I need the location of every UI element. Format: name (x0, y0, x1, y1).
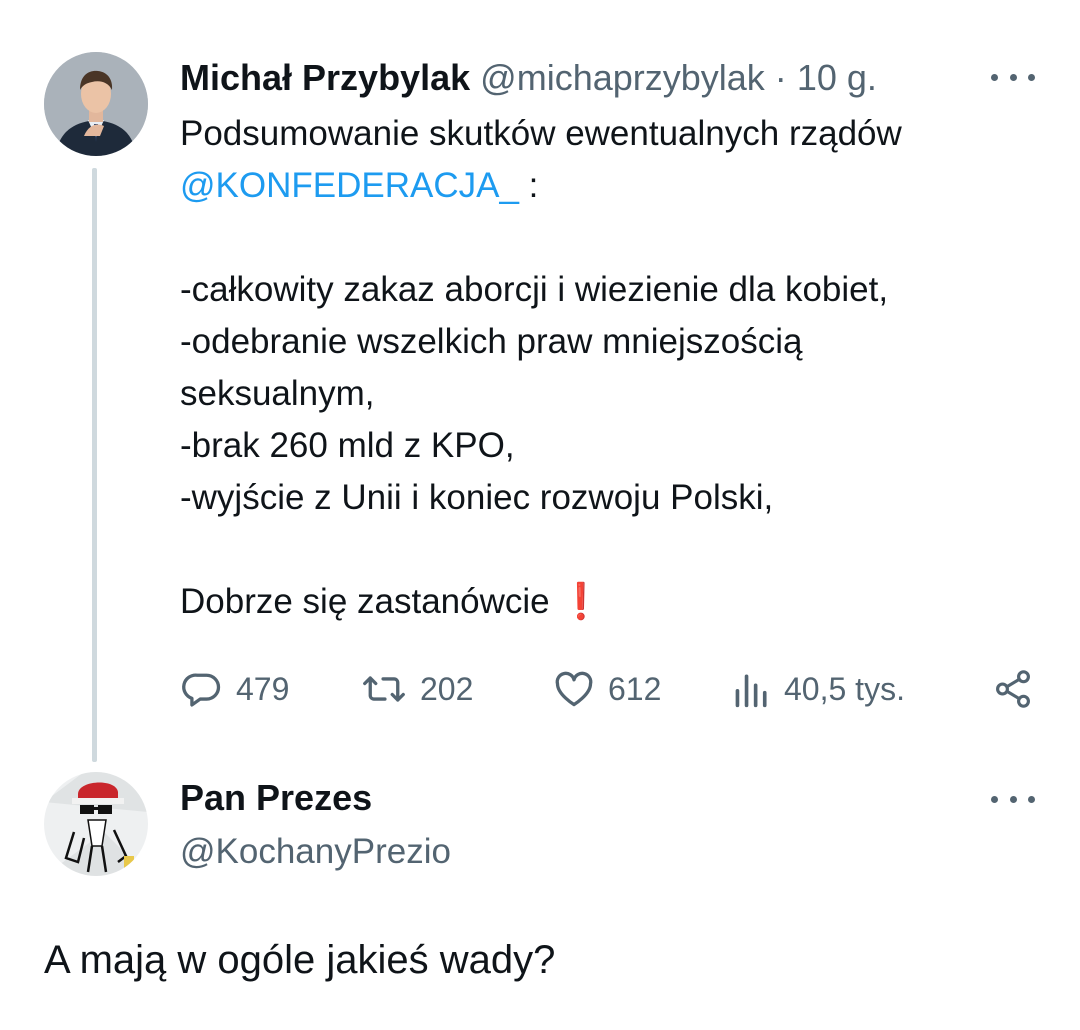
retweet-icon (363, 676, 405, 702)
mention-suffix: : (518, 166, 539, 205)
views-button[interactable]: 40,5 tys. (732, 666, 905, 712)
tweet-line: -całkowity zakaz aborcji i wiezienie dla… (180, 270, 889, 309)
more-icon[interactable] (991, 67, 1035, 87)
reply-avatar[interactable] (44, 772, 148, 876)
reply-button[interactable]: 479 (180, 666, 289, 712)
exclamation-emoji: ❗ (559, 582, 603, 621)
share-icon (996, 670, 1030, 708)
tweet-line: -brak 260 mld z KPO, (180, 426, 515, 465)
reply-author-handle[interactable]: @KochanyPrezio (180, 830, 451, 874)
reply-count: 479 (236, 670, 290, 707)
tweet-line: -odebranie wszelkich praw mniejszością (180, 322, 803, 361)
like-button[interactable]: 612 (552, 666, 661, 712)
tweet-line-mention: @KONFEDERACJA_ : (180, 160, 1040, 212)
author-handle[interactable]: @michaprzybylak (480, 57, 765, 98)
tweet-line: -wyjście z Unii i koniec rozwoju Polski, (180, 478, 774, 517)
retweet-count: 202 (420, 670, 474, 707)
retweet-button[interactable]: 202 (360, 666, 473, 712)
tweet-actions: 479 202 612 40,5 tys. (0, 666, 1080, 712)
tweet-timestamp[interactable]: 10 g. (797, 57, 877, 98)
reply-icon (182, 673, 221, 707)
meta-separator: · (774, 57, 787, 98)
mention-link[interactable]: @KONFEDERACJA_ (180, 166, 519, 205)
closing-text: Dobrze się zastanówcie (180, 582, 560, 621)
author-avatar[interactable] (44, 52, 148, 156)
tweet-text: Podsumowanie skutków ewentualnych rządów… (180, 108, 1040, 628)
views-count: 40,5 tys. (784, 670, 905, 707)
like-count: 612 (608, 670, 662, 707)
reply-text: A mają w ogóle jakieś wady? (44, 938, 556, 982)
tweet-line-closing: Dobrze się zastanówcie ❗ (180, 576, 1040, 628)
reply-author-name[interactable]: Pan Prezes (180, 776, 372, 820)
reply-more-icon[interactable] (991, 789, 1035, 809)
tweet-line: seksualnym, (180, 374, 375, 413)
tweet-line: Podsumowanie skutków ewentualnych rządów (180, 114, 902, 153)
views-icon (735, 674, 767, 708)
heart-icon (555, 671, 593, 707)
tweet-header: Michał Przybylak @michaprzybylak · 10 g. (180, 56, 877, 100)
share-button[interactable] (992, 666, 1034, 712)
author-name[interactable]: Michał Przybylak (180, 57, 470, 98)
